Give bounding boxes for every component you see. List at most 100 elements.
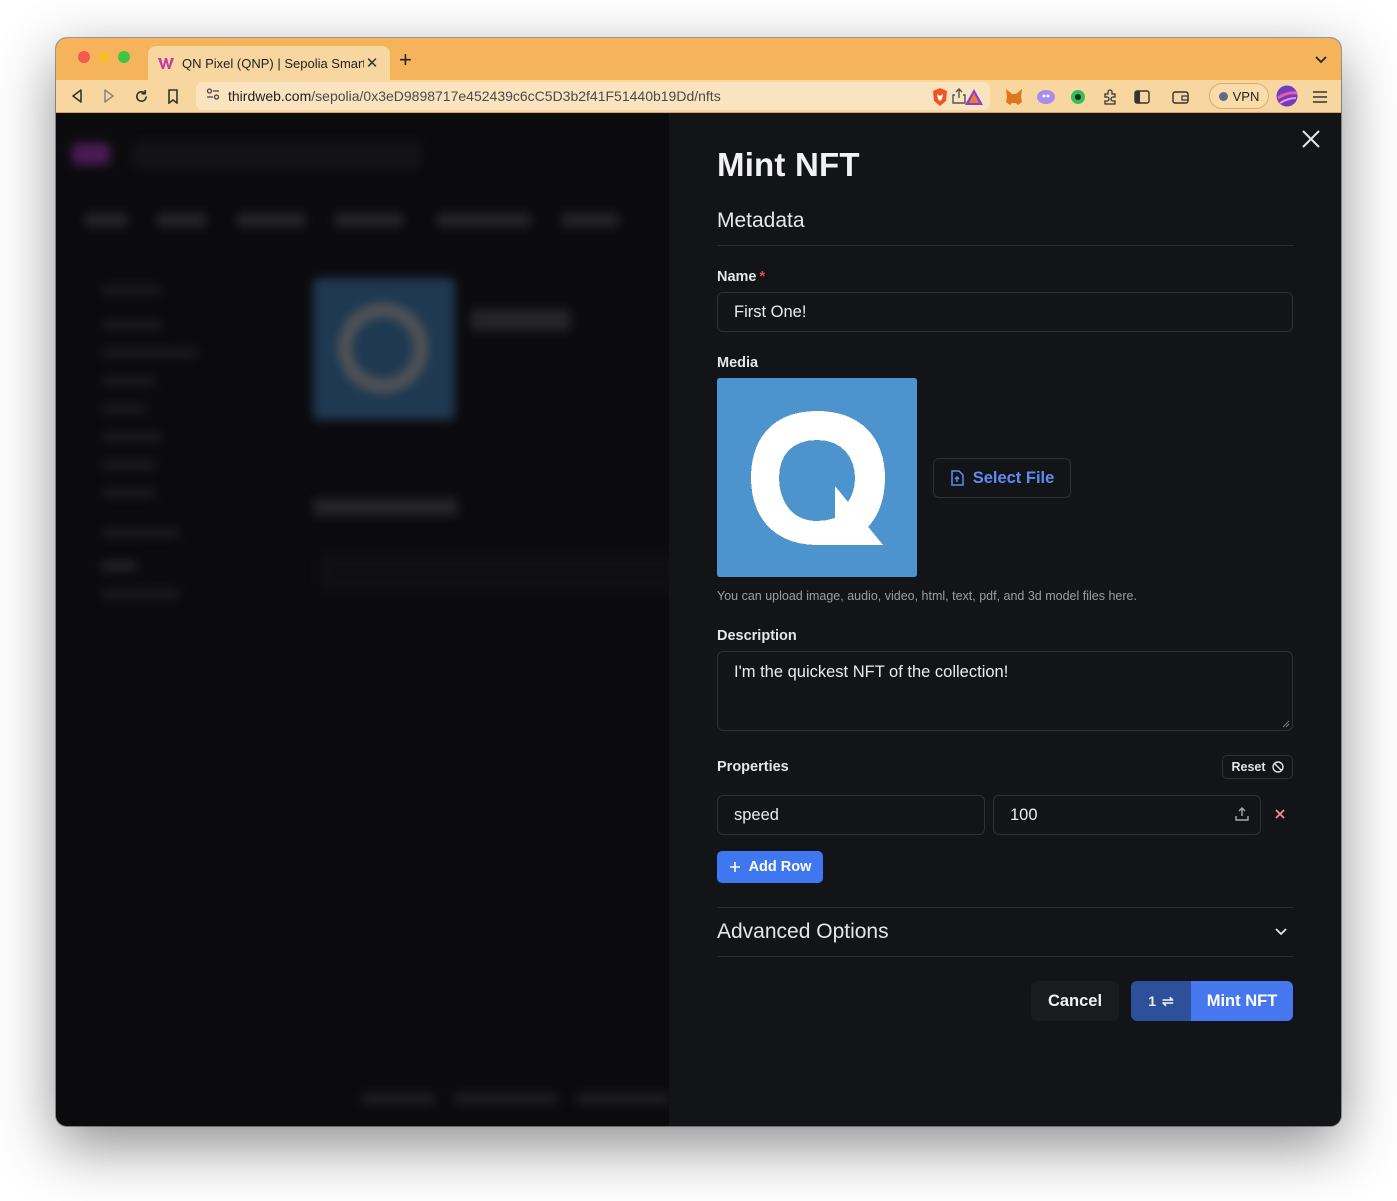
background-sidebar-item [101,432,163,442]
background-sidebar-item [101,404,147,414]
reset-icon [1271,761,1284,773]
tab-title: QN Pixel (QNP) | Sepolia Smart [182,55,364,71]
property-key-value: speed [734,805,779,824]
properties-label: Properties [717,759,789,775]
background-sidebar-item [101,320,163,330]
background-table [318,553,678,593]
puzzle-icon[interactable] [1100,87,1120,107]
address-bar[interactable]: thirdweb.com/sepolia/0x3eD9898717e452439… [196,82,990,110]
wallet-icon[interactable] [1170,87,1190,107]
vpn-status-icon [1218,91,1228,101]
swap-icon: ⇌ [1162,992,1174,1009]
description-textarea[interactable]: I'm the quickest NFT of the collection! [717,651,1293,731]
new-tab-button[interactable]: + [399,48,412,72]
mint-quantity: 1 [1148,993,1157,1009]
plus-icon [729,862,740,872]
advanced-options-toggle[interactable]: Advanced Options [717,908,1293,956]
media-preview[interactable] [717,378,917,577]
mint-button-group: 1 ⇌ Mint NFT [1131,981,1293,1021]
tab-strip: QN Pixel (QNP) | Sepolia Smart ✕ + [56,38,1341,80]
bookmark-icon[interactable] [164,87,182,105]
site-settings-icon[interactable] [206,87,220,105]
remove-icon[interactable] [1273,807,1287,821]
background-nav-item [561,213,619,227]
profile-icon[interactable] [1276,85,1298,107]
background-sidebar-item [101,348,199,358]
brave-rewards-icon[interactable] [964,87,984,107]
reset-label: Reset [1231,760,1266,774]
description-label: Description [717,628,797,644]
select-file-label: Select File [972,468,1055,487]
section-divider [717,245,1293,246]
property-key-input[interactable]: speed [717,795,985,835]
background-footer-link [453,1093,558,1105]
menu-icon[interactable] [1310,87,1330,107]
required-mark: * [759,269,766,285]
background-sidebar-item [101,528,181,538]
tab-list-chevron-icon[interactable] [1315,51,1327,69]
thirdweb-favicon-icon [158,57,174,69]
page-content: Mint NFT Metadata Name * First One! Media [56,113,1341,1126]
media-label: Media [717,355,759,371]
chevron-down-icon [1275,928,1287,936]
advanced-options-label: Advanced Options [717,920,889,943]
background-nav-item [334,213,404,227]
upload-icon[interactable] [1234,806,1250,822]
background-sidebar-item [101,561,137,571]
background-contract-logo [338,303,428,393]
mint-quantity-button[interactable]: 1 ⇌ [1131,981,1191,1021]
section-title-metadata: Metadata [717,209,805,232]
background-sidebar-item [101,488,157,498]
name-input[interactable]: First One! [717,292,1293,332]
resize-handle-icon[interactable] [1282,720,1290,728]
sidebar-icon[interactable] [1132,87,1152,107]
cancel-button[interactable]: Cancel [1031,981,1119,1021]
back-icon[interactable] [68,87,86,105]
extension-icon[interactable] [1036,87,1056,107]
name-label: Name * [717,269,766,285]
name-input-value: First One! [734,302,807,321]
tab-close-icon[interactable]: ✕ [364,54,380,72]
vpn-button[interactable]: VPN [1209,83,1269,109]
media-hint: You can upload image, audio, video, html… [717,589,1137,603]
background-nav-item [236,213,306,227]
forward-icon[interactable] [100,87,118,105]
property-value-value: 100 [1010,805,1038,824]
close-window-button[interactable] [78,51,90,63]
brave-shield-icon[interactable] [930,87,950,107]
background-footer-link [361,1093,436,1105]
browser-window: QN Pixel (QNP) | Sepolia Smart ✕ + third… [56,38,1341,1126]
background-sidebar-item [101,589,181,599]
advanced-bottom-divider [717,956,1293,957]
browser-tab[interactable]: QN Pixel (QNP) | Sepolia Smart ✕ [148,46,390,80]
background-sidebar-item [101,460,157,470]
maximize-window-button[interactable] [118,51,130,63]
metamask-icon[interactable] [1004,87,1024,107]
qn-logo-image [717,378,917,577]
background-section-heading [313,498,458,516]
reload-icon[interactable] [132,87,150,105]
mint-nft-drawer: Mint NFT Metadata Name * First One! Media [669,113,1341,1126]
file-icon [950,470,964,486]
background-footer-link [576,1093,671,1105]
extension-icon[interactable] [1068,87,1088,107]
minimize-window-button[interactable] [98,51,110,63]
mint-nft-button[interactable]: Mint NFT [1191,981,1293,1021]
property-value-input[interactable]: 100 [993,795,1261,835]
url-text: thirdweb.com/sepolia/0x3eD9898717e452439… [228,88,721,104]
thirdweb-logo [72,143,110,165]
add-row-label: Add Row [748,859,812,875]
background-nav-item [156,213,206,227]
vpn-label: VPN [1232,88,1260,104]
drawer-title: Mint NFT [717,146,860,183]
reset-button[interactable]: Reset [1222,755,1293,779]
description-value: I'm the quickest NFT of the collection! [734,663,1009,681]
add-row-button[interactable]: Add Row [717,851,823,883]
background-contract-title [471,309,571,331]
background-search [132,141,422,169]
cancel-label: Cancel [1047,991,1103,1010]
select-file-button[interactable]: Select File [933,458,1071,498]
browser-toolbar: thirdweb.com/sepolia/0x3eD9898717e452439… [56,80,1341,113]
close-icon[interactable] [1299,127,1323,151]
mint-nft-label: Mint NFT [1206,991,1278,1010]
